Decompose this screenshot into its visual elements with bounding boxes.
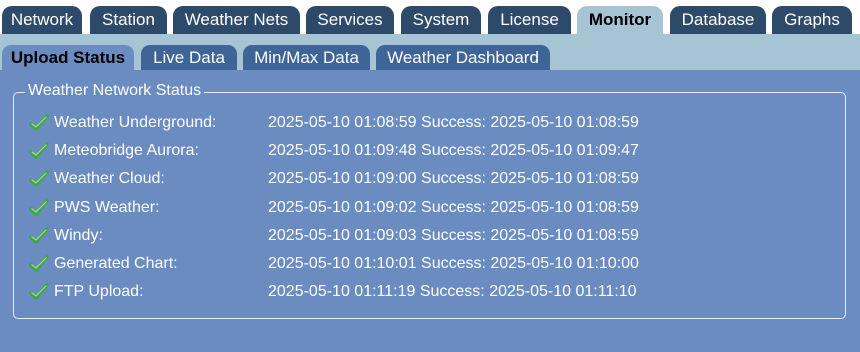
tab-database[interactable]: Database <box>670 6 766 34</box>
status-value: 2025-05-10 01:09:03 Success: 2025-05-10 … <box>268 227 639 244</box>
check-icon <box>29 227 49 244</box>
subtab-weather-dashboard[interactable]: Weather Dashboard <box>376 45 550 70</box>
subtab-live-data[interactable]: Live Data <box>141 45 237 70</box>
status-value: 2025-05-10 01:10:01 Success: 2025-05-10 … <box>268 255 639 272</box>
tab-graphs[interactable]: Graphs <box>772 6 852 34</box>
tab-services[interactable]: Services <box>306 6 394 34</box>
tab-network[interactable]: Network <box>2 6 82 34</box>
status-value: 2025-05-10 01:09:02 Success: 2025-05-10 … <box>268 199 639 216</box>
status-label: Weather Cloud: <box>54 170 165 187</box>
status-label: FTP Upload: <box>54 283 144 300</box>
tab-station[interactable]: Station <box>90 6 167 34</box>
status-value: 2025-05-10 01:09:48 Success: 2025-05-10 … <box>268 142 639 159</box>
check-icon <box>29 142 49 159</box>
status-label: Windy: <box>54 227 103 244</box>
status-label: Generated Chart: <box>54 255 178 272</box>
panel-legend: Weather Network Status <box>25 81 205 101</box>
status-value: 2025-05-10 01:09:00 Success: 2025-05-10 … <box>268 170 639 187</box>
status-label: Meteobridge Aurora: <box>54 142 199 159</box>
tab-license[interactable]: License <box>488 6 571 34</box>
tab-monitor[interactable]: Monitor <box>577 6 663 34</box>
check-icon <box>29 170 49 187</box>
tab-system[interactable]: System <box>401 6 481 34</box>
subtab-upload-status[interactable]: Upload Status <box>2 45 134 70</box>
status-value: 2025-05-10 01:08:59 Success: 2025-05-10 … <box>268 114 639 131</box>
check-icon <box>29 114 49 131</box>
check-icon <box>29 199 49 216</box>
tab-weather-nets[interactable]: Weather Nets <box>173 6 300 34</box>
status-label: PWS Weather: <box>54 199 160 216</box>
check-icon <box>29 255 49 272</box>
status-label: Weather Underground: <box>54 114 217 131</box>
check-icon <box>29 283 49 300</box>
subtab-min-max-data[interactable]: Min/Max Data <box>243 45 370 70</box>
status-value: 2025-05-10 01:11:19 Success: 2025-05-10 … <box>268 283 637 300</box>
